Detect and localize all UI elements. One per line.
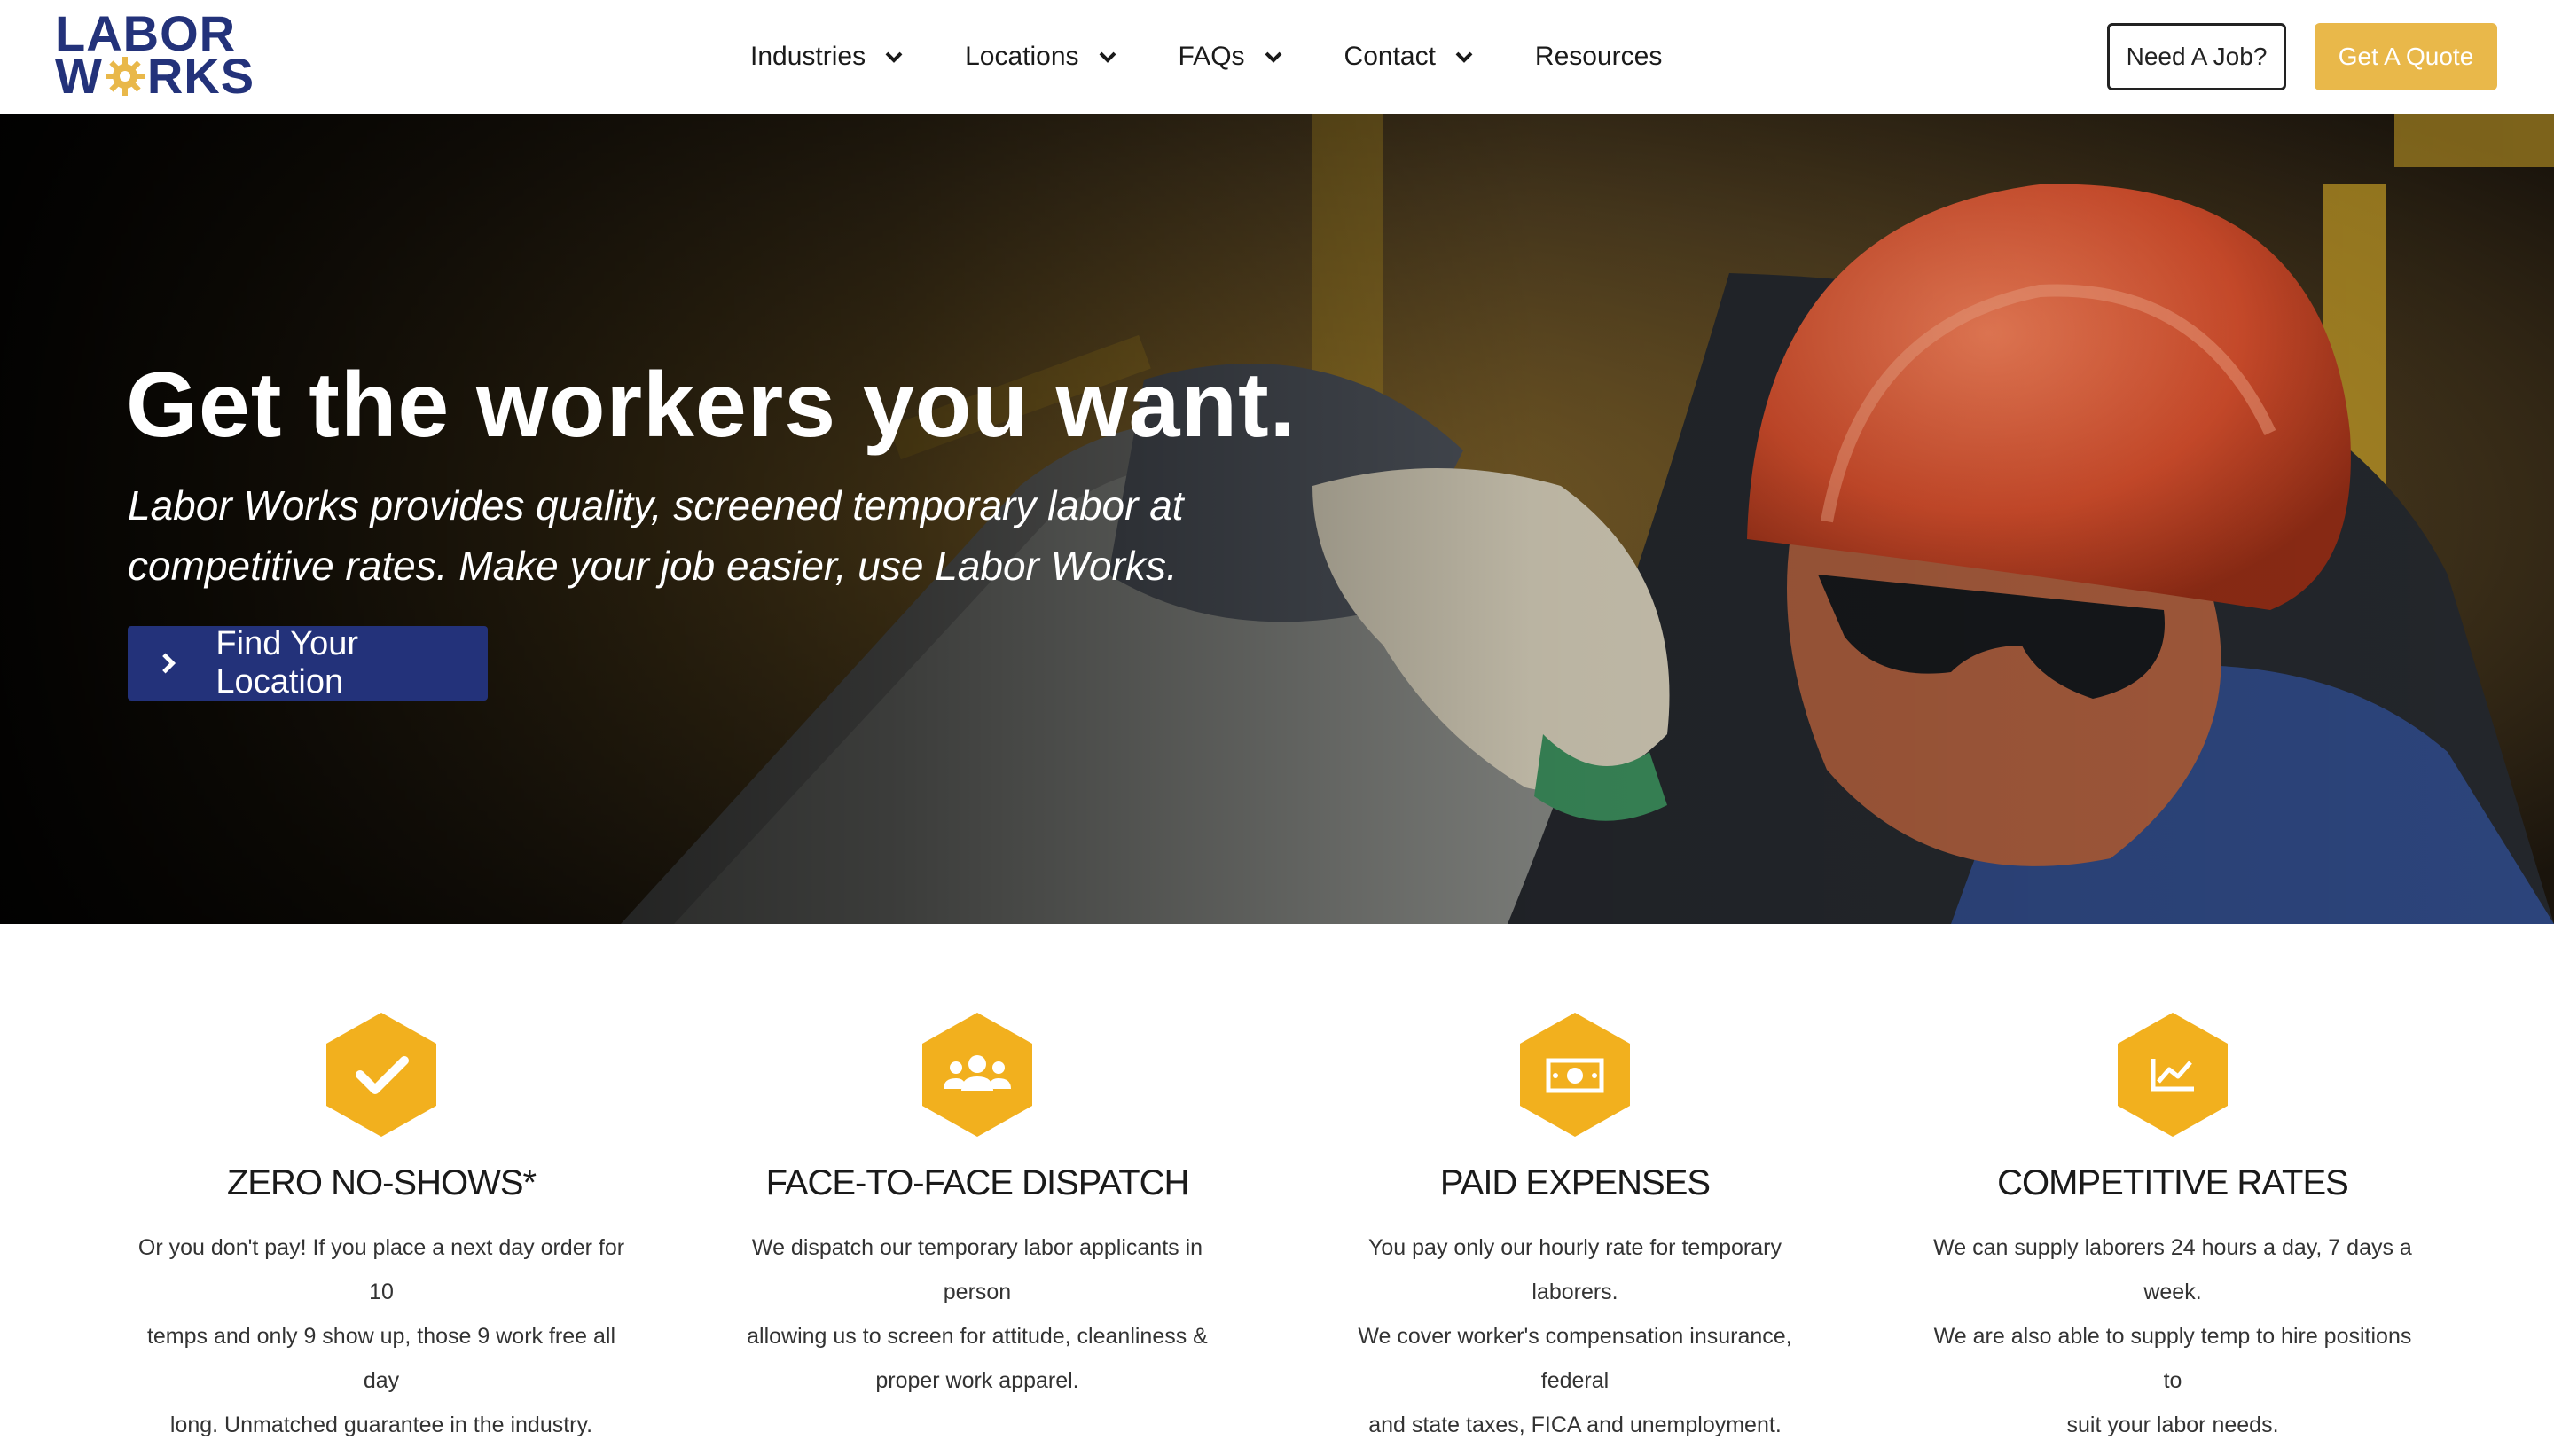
chevron-down-icon: [885, 51, 903, 63]
hero-subtitle: Labor Works provides quality, screened t…: [128, 475, 1192, 596]
main-nav: Industries Locations FAQs Contact Resour…: [750, 0, 1724, 114]
chevron-down-icon: [1265, 51, 1281, 63]
nav-item-label: Industries: [750, 42, 866, 71]
features-section: ZERO NO-SHOWS* Or you don't pay! If you …: [0, 924, 2554, 1456]
nav-item-label: Contact: [1344, 42, 1436, 71]
chevron-down-icon: [1099, 51, 1116, 63]
feature-title: FACE-TO-FACE DISPATCH: [765, 1163, 1190, 1202]
checkmark-icon: [326, 1013, 436, 1137]
feature-text: You pay only our hourly rate for tempora…: [1327, 1225, 1823, 1447]
get-a-quote-button[interactable]: Get A Quote: [2315, 23, 2497, 90]
feature-text-line: Or you don't pay! If you place a next da…: [137, 1235, 625, 1304]
hero-subtitle-line: competitive rates. Make your job easier,…: [128, 543, 1178, 589]
feature-text-line: We can supply laborers 24 hours a day, 7…: [1933, 1235, 2412, 1304]
feature-text: Or you don't pay! If you place a next da…: [133, 1225, 630, 1447]
nav-item-resources[interactable]: Resources: [1535, 42, 1662, 72]
feature-text-line: temps and only 9 show up, those 9 work f…: [146, 1324, 616, 1393]
feature-text-line: suit your labor needs.: [2066, 1413, 2279, 1437]
feature-text-line: allowing us to screen for attitude, clea…: [747, 1324, 1208, 1349]
feature-text-line: long. Unmatched guarantee in the industr…: [169, 1413, 593, 1437]
feature-text-line: We dispatch our temporary labor applican…: [751, 1235, 1203, 1304]
nav-item-label: FAQs: [1178, 42, 1245, 71]
feature-title: PAID EXPENSES: [1439, 1163, 1711, 1202]
logo-letters-rks: RKS: [146, 48, 255, 104]
money-bill-icon: [1520, 1013, 1630, 1137]
hero-title: Get the workers you want.: [126, 354, 1297, 457]
gear-icon: [105, 57, 145, 96]
nav-item-locations[interactable]: Locations: [965, 42, 1116, 72]
chevron-right-icon: [162, 653, 176, 674]
nav-item-faqs[interactable]: FAQs: [1179, 42, 1282, 72]
nav-item-contact[interactable]: Contact: [1344, 42, 1473, 72]
feature-text-line: You pay only our hourly rate for tempora…: [1368, 1235, 1782, 1304]
feature-text-line: We are also able to supply temp to hire …: [1933, 1324, 2412, 1393]
find-your-location-button[interactable]: Find Your Location: [128, 625, 488, 701]
feature-title: COMPETITIVE RATES: [1997, 1163, 2349, 1202]
nav-item-industries[interactable]: Industries: [750, 42, 903, 72]
feature-text: We can supply laborers 24 hours a day, 7…: [1924, 1225, 2421, 1447]
find-your-location-label: Find Your Location: [215, 625, 358, 701]
logo-text-bottom: W RKS: [55, 48, 277, 104]
chart-line-icon: [2118, 1013, 2228, 1137]
need-a-job-button[interactable]: Need A Job?: [2107, 23, 2286, 90]
nav-item-label: Resources: [1534, 42, 1663, 71]
labor-works-logo[interactable]: LABOR W RKS: [55, 9, 277, 104]
feature-text-line: We cover worker's compensation insurance…: [1358, 1324, 1792, 1393]
site-header: LABOR W RKS Industries Locations FAQs Co…: [0, 0, 2554, 114]
feature-title: ZERO NO-SHOWS*: [226, 1163, 537, 1202]
logo-letter-w: W: [55, 48, 103, 104]
hero-subtitle-line: Labor Works provides quality, screened t…: [128, 482, 1184, 528]
chevron-down-icon: [1455, 51, 1473, 63]
feature-text: We dispatch our temporary labor applican…: [729, 1225, 1226, 1403]
users-icon: [922, 1013, 1032, 1137]
feature-text-line: proper work apparel.: [875, 1368, 1079, 1393]
hero-section: Get the workers you want. Labor Works pr…: [0, 114, 2554, 924]
nav-item-label: Locations: [965, 42, 1079, 71]
feature-text-line: and state taxes, FICA and unemployment.: [1368, 1413, 1782, 1437]
